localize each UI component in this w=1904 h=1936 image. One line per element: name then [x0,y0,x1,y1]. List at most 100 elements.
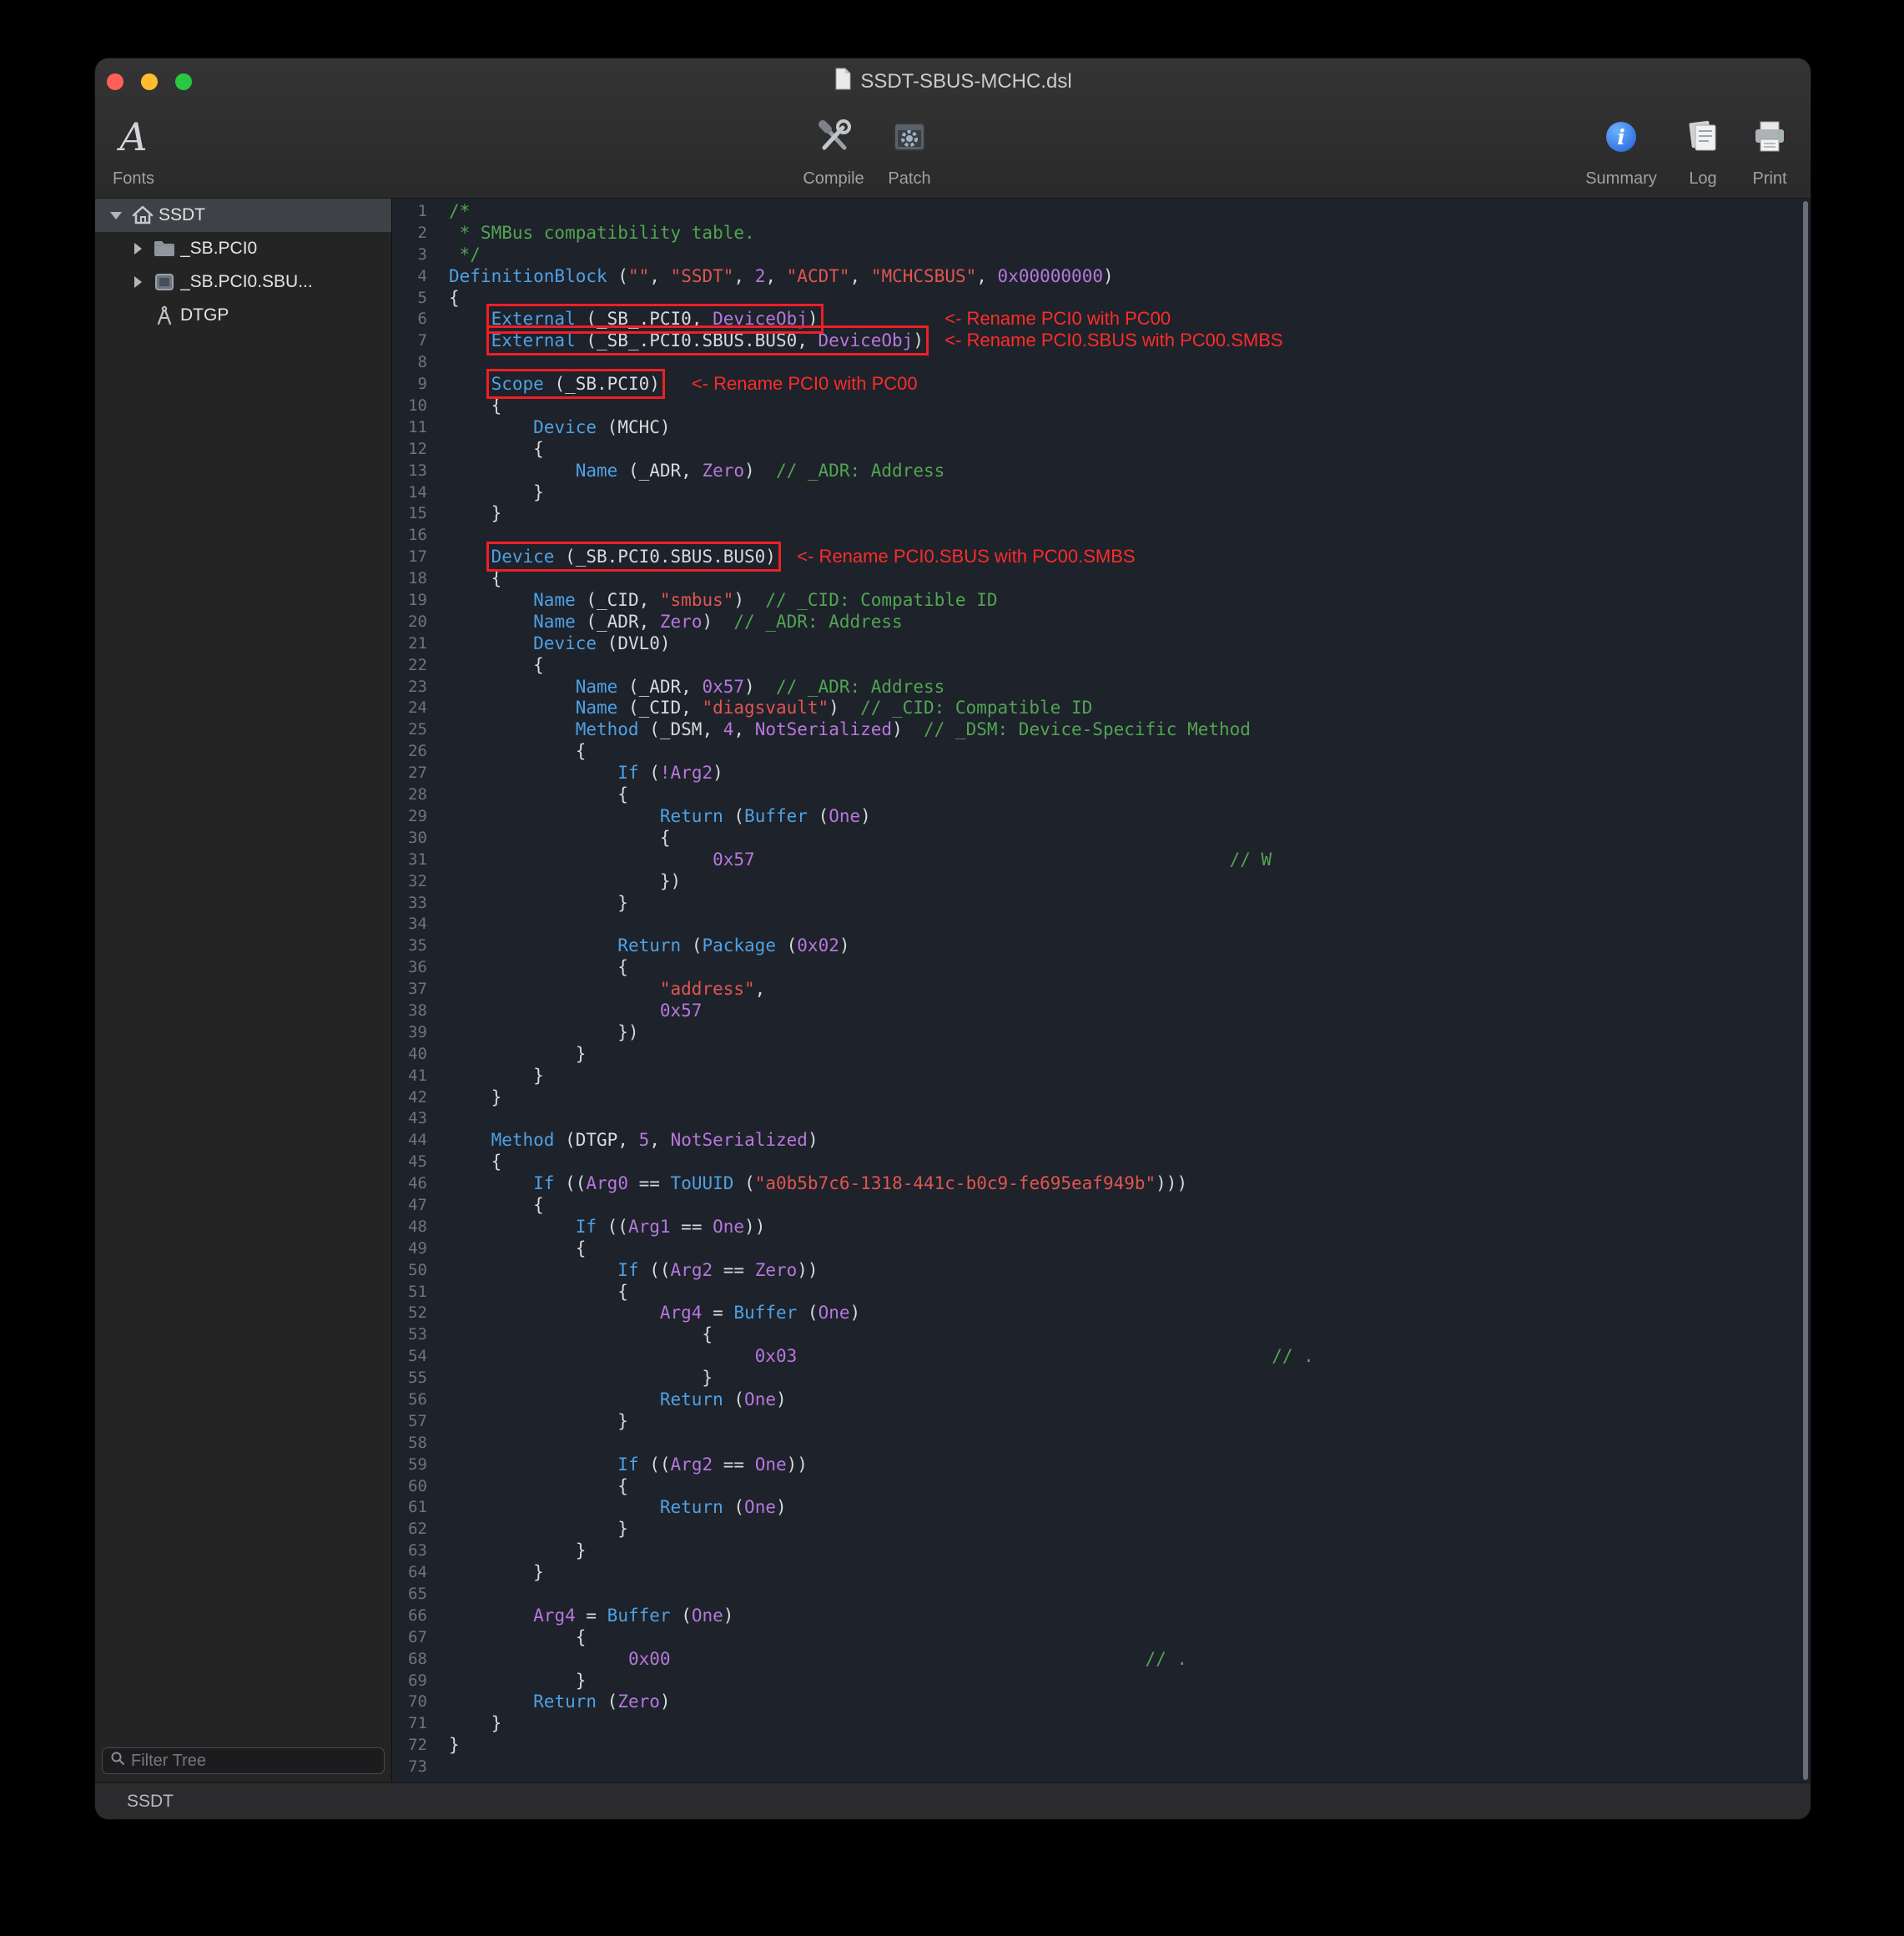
code-line: } [449,1671,1811,1692]
code-line: If ((Arg0 == ToUUID ("a0b5b7c6-1318-441c… [449,1173,1811,1195]
code-line: { [449,1476,1811,1498]
line-number: 62 [392,1519,427,1540]
line-number: 68 [392,1649,427,1671]
search-icon [110,1751,125,1771]
line-number: 70 [392,1691,427,1713]
line-number: 13 [392,461,427,482]
code-line: } [449,1066,1811,1087]
line-number: 37 [392,979,427,1001]
sidebar-item-sb-pci0[interactable]: _SB.PCI0 [95,232,391,265]
code-line: If ((Arg2 == Zero)) [449,1260,1811,1282]
line-number: 30 [392,828,427,850]
line-number: 58 [392,1433,427,1455]
line-number: 45 [392,1152,427,1173]
line-number: 35 [392,935,427,957]
line-number: 9 [392,374,427,396]
code-line: 0x57 // W [449,850,1811,871]
code-line: } [449,1368,1811,1389]
line-number: 38 [392,1001,427,1022]
code-line: } [449,1735,1811,1757]
line-number: 63 [392,1540,427,1562]
sidebar-item-sb-pci0-sbus[interactable]: _SB.PCI0.SBU... [95,265,391,299]
code-line: If ((Arg2 == One)) [449,1455,1811,1476]
code-line: } [449,503,1811,525]
code-line: Scope (_SB.PCI0) <- Rename PCI0 with PC0… [449,374,1811,396]
tree-item-label: _SB.PCI0.SBU... [180,272,313,292]
line-number: 40 [392,1044,427,1066]
titlebar[interactable]: SSDT-SBUS-MCHC.dsl [95,58,1811,105]
code-line: { [449,741,1811,763]
line-number: 20 [392,612,427,633]
line-number: 72 [392,1735,427,1757]
disclosure-expanded-icon[interactable] [105,212,127,219]
code-line: } [449,1519,1811,1540]
line-number: 12 [392,439,427,461]
line-number: 57 [392,1411,427,1433]
filter-tree-input[interactable]: Filter Tree [102,1747,385,1774]
code-line: Device (MCHC) [449,417,1811,439]
line-number: 66 [392,1606,427,1627]
code-line: Return (One) [449,1497,1811,1519]
code-line: Return (One) [449,1389,1811,1411]
code-line: } [449,1540,1811,1562]
code-line [449,1584,1811,1606]
code-editor[interactable]: 1234567891011121314151617181920212223242… [392,199,1811,1782]
line-number: 47 [392,1195,427,1217]
home-icon [127,205,159,225]
line-number: 73 [392,1757,427,1778]
sidebar-item-ssdt[interactable]: SSDT [95,199,391,232]
annotation-box: External (_SB_.PCI0, DeviceObj) [491,309,819,329]
patch-gear-icon [843,105,976,169]
line-number: 10 [392,396,427,417]
fonts-icon: A [119,118,147,156]
line-number-gutter: 1234567891011121314151617181920212223242… [392,201,436,1782]
code-line: } [449,893,1811,915]
line-number: 33 [392,893,427,915]
annotation-box: Scope (_SB.PCI0) [491,374,660,394]
method-compass-icon [149,305,180,325]
code-line: Device (_SB.PCI0.SBUS.BUS0) <- Rename PC… [449,547,1811,568]
code-line: Return (Buffer (One) [449,806,1811,828]
code-line: If ((Arg1 == One)) [449,1217,1811,1238]
code-line: { [449,568,1811,590]
line-number: 15 [392,503,427,525]
line-number: 69 [392,1671,427,1692]
tree-sidebar: SSDT _SB.PCI0 _SB.PCI0.SBU... [95,199,392,1782]
fonts-label: Fonts [95,169,200,189]
code-line: { [449,1627,1811,1649]
print-button[interactable]: Print [1703,105,1811,189]
line-number: 17 [392,547,427,568]
filter-placeholder: Filter Tree [131,1752,206,1771]
line-number: 44 [392,1130,427,1152]
disclosure-collapsed-icon[interactable] [127,276,149,288]
document-icon [834,68,852,96]
code-line: Name (_CID, "diagsvault") // _CID: Compa… [449,698,1811,719]
code-line: Name (_ADR, Zero) // _ADR: Address [449,461,1811,482]
line-number: 46 [392,1173,427,1195]
code-line: { [449,288,1811,310]
line-number: 71 [392,1713,427,1735]
line-number: 3 [392,245,427,266]
disclosure-collapsed-icon[interactable] [127,243,149,255]
code-line: } [449,1713,1811,1735]
tree-item-label: DTGP [180,305,229,325]
code-line: * SMBus compatibility table. [449,223,1811,245]
line-number: 23 [392,677,427,698]
status-text: SSDT [127,1792,174,1812]
code-line: }) [449,871,1811,893]
fonts-button[interactable]: A Fonts [95,105,200,189]
sidebar-item-dtgp[interactable]: DTGP [95,299,391,332]
line-number: 32 [392,871,427,893]
code-line: 0x00 // . [449,1649,1811,1671]
code-line: Return (Zero) [449,1691,1811,1713]
vertical-scrollbar[interactable] [1803,201,1808,1780]
code-line: { [449,439,1811,461]
line-number: 52 [392,1303,427,1324]
line-number: 64 [392,1562,427,1584]
line-number: 14 [392,482,427,504]
code-lines: /* * SMBus compatibility table. */Defini… [436,201,1811,1782]
patch-button[interactable]: Patch [843,105,976,189]
code-line: DefinitionBlock ("", "SSDT", 2, "ACDT", … [449,266,1811,288]
code-line [449,352,1811,374]
window-title: SSDT-SBUS-MCHC.dsl [860,70,1071,93]
